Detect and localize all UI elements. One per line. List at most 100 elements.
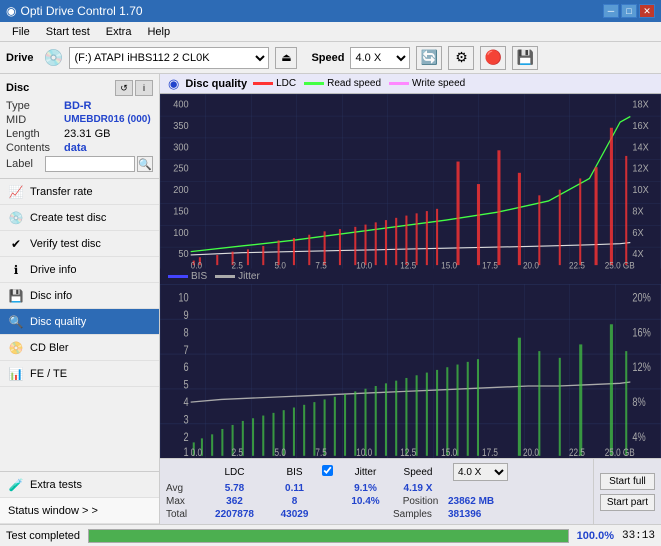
max-label: Max: [166, 496, 202, 507]
svg-text:25.0 GB: 25.0 GB: [605, 446, 635, 458]
disc-label-row: Label 🔍: [6, 156, 153, 172]
svg-text:0.0: 0.0: [191, 446, 202, 458]
drive-label: Drive: [6, 52, 34, 64]
bis-legend: BIS Jitter: [160, 269, 661, 284]
col-bis-header: BIS: [267, 467, 322, 478]
nav-verify-test-disc[interactable]: ✔ Verify test disc: [0, 231, 159, 257]
speed-select[interactable]: 4.0 X: [350, 47, 410, 69]
svg-text:10X: 10X: [632, 185, 649, 197]
svg-text:2.5: 2.5: [232, 260, 244, 268]
stats-total-row: Total 2207878 43029 Samples 381396: [166, 509, 587, 520]
app-title: Opti Drive Control 1.70: [20, 4, 142, 18]
disc-info-icon[interactable]: i: [135, 80, 153, 96]
svg-text:3: 3: [184, 413, 189, 427]
position-label: Position: [393, 496, 448, 507]
toolbar-record-button[interactable]: 🔴: [480, 46, 506, 70]
disc-contents-label: Contents: [6, 142, 64, 154]
toolbar-refresh-button[interactable]: 🔄: [416, 46, 442, 70]
disc-length-label: Length: [6, 128, 64, 140]
toolbar-save-button[interactable]: 💾: [512, 46, 538, 70]
bis-legend-dot: [168, 275, 188, 278]
menu-file[interactable]: File: [4, 24, 38, 40]
nav-disc-quality[interactable]: 🔍 Disc quality: [0, 309, 159, 335]
total-bis-value: 43029: [267, 509, 322, 520]
svg-text:16%: 16%: [632, 326, 651, 340]
svg-text:25.0 GB: 25.0 GB: [605, 260, 635, 268]
menu-extra[interactable]: Extra: [98, 24, 140, 40]
ldc-legend-dot: [253, 82, 273, 85]
top-chart-svg: 400 350 300 250 200 150 100 50 18X 16X 1…: [160, 94, 661, 269]
max-bis-value: 8: [267, 496, 322, 507]
nav-items: 📈 Transfer rate 💿 Create test disc ✔ Ver…: [0, 179, 159, 471]
svg-text:200: 200: [173, 185, 188, 197]
close-button[interactable]: ✕: [639, 4, 655, 18]
legend-jitter: Jitter: [215, 271, 260, 282]
jitter-checkbox-area: [322, 465, 338, 479]
disc-mid-row: MID UMEBDR016 (000): [6, 114, 153, 126]
bottom-stats: LDC BIS Jitter Speed 4.0 X Avg 5.78: [160, 458, 661, 524]
nav-cd-bler[interactable]: 📀 CD Bler: [0, 335, 159, 361]
statusbar: Test completed 100.0% 33:13: [0, 524, 661, 546]
svg-text:400: 400: [173, 99, 188, 111]
nav-drive-info[interactable]: ℹ Drive info: [0, 257, 159, 283]
nav-extra-tests[interactable]: 🧪 Extra tests: [0, 472, 159, 498]
total-samples-value: 381396: [448, 509, 481, 520]
samples-label: Samples: [393, 509, 448, 520]
disc-header: Disc ↺ i: [6, 80, 153, 96]
stats-header-row: LDC BIS Jitter Speed 4.0 X: [166, 463, 587, 481]
fe-te-icon: 📊: [8, 366, 24, 382]
bis-legend-label: BIS: [191, 271, 207, 282]
menu-help[interactable]: Help: [139, 24, 178, 40]
legend-write-speed: Write speed: [389, 78, 465, 89]
svg-text:15.0: 15.0: [441, 260, 457, 268]
total-ldc-value: 2207878: [202, 509, 267, 520]
speed-mode-select[interactable]: 4.0 X: [453, 463, 508, 481]
toolbar-settings-button[interactable]: ⚙: [448, 46, 474, 70]
drive-select[interactable]: (F:) ATAPI iHBS112 2 CL0K: [69, 47, 269, 69]
disc-quality-icon: 🔍: [8, 314, 24, 330]
start-buttons: Start full Start part: [593, 459, 661, 524]
maximize-button[interactable]: □: [621, 4, 637, 18]
speed-label: Speed: [311, 52, 344, 64]
nav-status-window[interactable]: Status window > >: [0, 498, 159, 524]
bottom-chart-area: 10 9 8 7 6 5 4 3 2 1 20% 16% 12% 8% 4%: [160, 284, 661, 459]
svg-text:7: 7: [184, 343, 189, 357]
stats-table: LDC BIS Jitter Speed 4.0 X Avg 5.78: [160, 459, 593, 524]
drive-eject-button[interactable]: ⏏: [275, 47, 297, 69]
disc-type-row: Type BD-R: [6, 100, 153, 112]
nav-status-window-label: Status window > >: [8, 505, 98, 517]
col-speed-header: Speed: [393, 467, 443, 478]
drive-info-icon: ℹ: [8, 262, 24, 278]
svg-text:5.0: 5.0: [275, 446, 286, 458]
svg-text:4: 4: [184, 396, 189, 410]
jitter-checkbox[interactable]: [322, 465, 333, 476]
write-speed-legend-dot: [389, 82, 409, 85]
drivebar: Drive 💿 (F:) ATAPI iHBS112 2 CL0K ⏏ Spee…: [0, 42, 661, 74]
svg-text:50: 50: [178, 249, 188, 261]
chart-legend: LDC Read speed Write speed: [253, 78, 465, 89]
svg-text:10.0: 10.0: [356, 260, 372, 268]
nav-transfer-rate-label: Transfer rate: [30, 186, 93, 198]
max-ldc-value: 362: [202, 496, 267, 507]
disc-type-value: BD-R: [64, 100, 92, 112]
svg-text:8: 8: [184, 326, 189, 340]
disc-refresh-icon[interactable]: ↺: [115, 80, 133, 96]
main-area: Disc ↺ i Type BD-R MID UMEBDR016 (000) L…: [0, 74, 661, 524]
svg-text:1: 1: [184, 445, 189, 458]
svg-text:6X: 6X: [632, 227, 644, 239]
svg-text:8%: 8%: [632, 396, 646, 410]
chart-header: ◉ Disc quality LDC Read speed Write spee…: [160, 74, 661, 94]
nav-fe-te[interactable]: 📊 FE / TE: [0, 361, 159, 387]
svg-text:350: 350: [173, 121, 188, 133]
start-full-button[interactable]: Start full: [600, 473, 655, 490]
svg-text:4%: 4%: [632, 430, 646, 444]
nav-disc-info[interactable]: 💾 Disc info: [0, 283, 159, 309]
read-speed-legend-label: Read speed: [327, 78, 381, 89]
minimize-button[interactable]: ─: [603, 4, 619, 18]
nav-create-test-disc[interactable]: 💿 Create test disc: [0, 205, 159, 231]
nav-transfer-rate[interactable]: 📈 Transfer rate: [0, 179, 159, 205]
start-part-button[interactable]: Start part: [600, 494, 655, 511]
menu-start-test[interactable]: Start test: [38, 24, 98, 40]
disc-label-input[interactable]: [45, 156, 135, 172]
disc-label-search-button[interactable]: 🔍: [137, 156, 153, 172]
